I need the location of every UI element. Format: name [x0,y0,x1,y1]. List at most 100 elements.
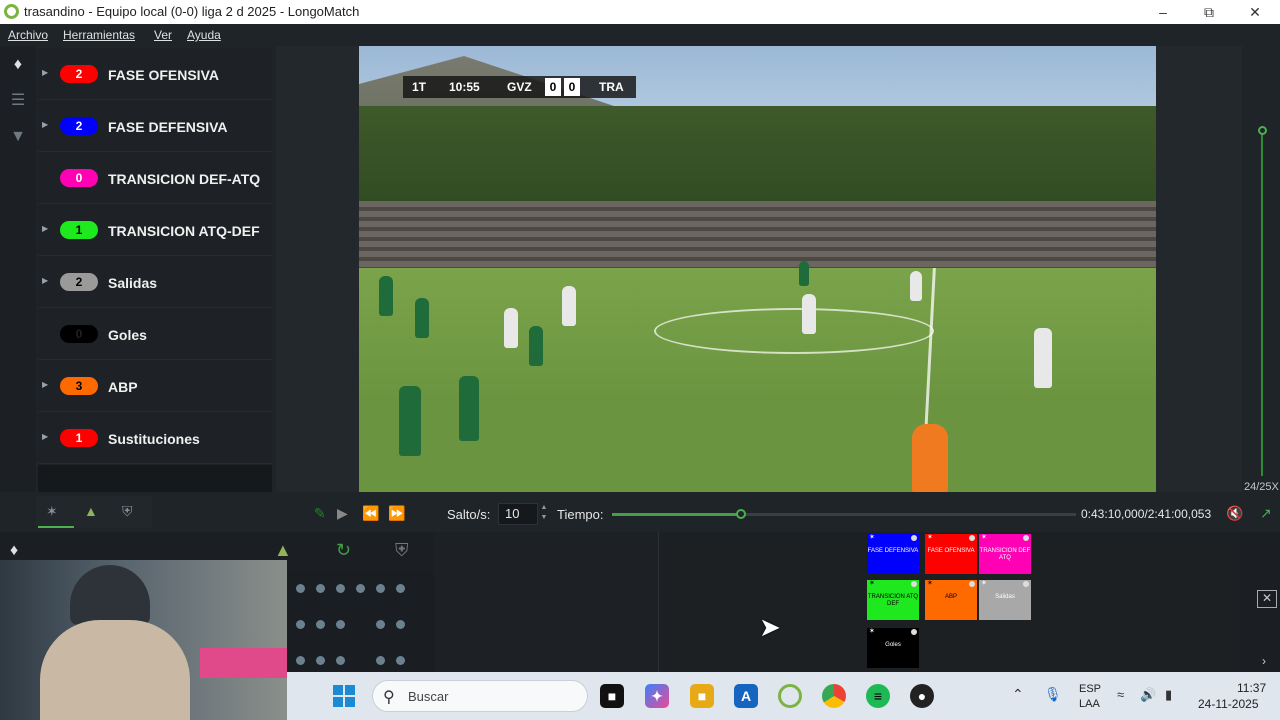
player-dot[interactable] [316,584,325,593]
battery-icon[interactable]: ▮ [1165,687,1172,703]
tag-icon[interactable]: ♦ [10,542,18,560]
zoom-knob[interactable] [1258,126,1267,135]
maximize-button[interactable]: ⧉ [1186,0,1232,24]
mute-icon[interactable]: 🔇 [1226,505,1243,522]
player-dot[interactable] [336,620,345,629]
file-explorer-icon[interactable]: ■ [690,684,714,708]
category-row[interactable]: ▶ 1 Sustituciones [38,412,272,464]
shield-icon[interactable]: ⛨ [122,503,133,520]
fast-forward-icon[interactable]: ⏩ [388,505,405,522]
menu-ver[interactable]: Ver [154,28,172,42]
category-row[interactable]: 0 TRANSICION DEF-ATQ [38,152,272,204]
chrome-icon[interactable] [822,684,846,708]
dashboard-button[interactable]: ✶ ABP [925,580,977,620]
jump-seconds-input[interactable]: 10 [498,503,538,525]
menu-ayuda[interactable]: Ayuda [187,28,221,42]
volume-icon[interactable]: 🔊 [1140,687,1156,703]
player-dot[interactable] [376,656,385,665]
player-white [504,308,518,348]
player-white [910,271,922,301]
draw-icon[interactable]: ✎ [314,505,326,522]
player-dot[interactable] [336,656,345,665]
menu-archivo[interactable]: Archivo [8,28,48,42]
dashboard-button[interactable]: ✶ TRANSICION ATQ DEF [867,580,919,620]
category-row[interactable]: ▶ 1 TRANSICION ATQ-DEF [38,204,272,256]
category-row[interactable]: ▶ 2 FASE DEFENSIVA [38,100,272,152]
windows-start-icon[interactable] [333,685,355,707]
player-dot[interactable] [296,620,305,629]
dashboard-button[interactable]: ✶ FASE DEFENSIVA [867,534,919,574]
category-label: Sustituciones [108,431,200,447]
timeline-played [612,513,741,516]
play-icon[interactable]: ▶ [337,505,348,522]
language-primary[interactable]: ESP [1079,683,1101,695]
detach-icon[interactable]: ↗ [1260,505,1272,522]
expand-arrow-icon[interactable]: ▶ [42,68,48,77]
expand-arrow-icon[interactable]: ▶ [42,224,48,233]
timeline-slider[interactable] [612,509,1076,519]
clock-date[interactable]: 24-11-2025 [1198,697,1259,711]
show-hidden-icons[interactable]: ⌃ [1012,686,1024,703]
task-view-icon[interactable]: ■ [600,684,624,708]
center-circle [654,308,934,354]
menu-herramientas[interactable]: Herramientas [63,28,135,42]
tag-icon[interactable]: ♦ [9,56,27,74]
dashboard-button[interactable]: ✶ Salidas [979,580,1031,620]
menu-bar: Archivo Herramientas Ver Ayuda [0,24,1280,46]
category-row[interactable]: 0 Goles [38,308,272,360]
rewind-icon[interactable]: ⏪ [362,505,379,522]
minimize-button[interactable]: – [1140,0,1186,24]
dashboard-button[interactable]: ✶ Goles [867,628,919,668]
timeline-knob[interactable] [735,509,746,519]
player-dot[interactable] [316,620,325,629]
player-green [415,298,429,338]
expand-arrow-icon[interactable]: ▶ [42,120,48,129]
scoreboard-period: 1T [412,80,427,94]
swap-teams-icon[interactable]: ↻ [336,540,351,561]
player-dot[interactable] [336,584,345,593]
expand-arrow-icon[interactable]: ▶ [42,432,48,441]
team-badge-icon[interactable]: ▲ [84,503,98,519]
settings-icon[interactable]: ✶ [46,503,58,520]
list-icon[interactable]: ☰ [9,92,27,110]
filter-icon[interactable]: ▼ [9,128,27,146]
player-green [459,376,479,441]
expand-arrow-icon[interactable]: ▶ [42,276,48,285]
jump-spinner[interactable]: ▲ ▼ [538,503,550,525]
player-dot[interactable] [396,656,405,665]
player-dot[interactable] [376,620,385,629]
video-frame[interactable]: 1T 10:55 GVZ 0 0 TRA [359,46,1156,492]
language-secondary[interactable]: LAA [1079,698,1100,710]
expand-arrow-icon[interactable]: ▶ [42,380,48,389]
close-button[interactable]: ✕ [1232,0,1278,24]
wifi-icon[interactable]: ≈ [1117,687,1124,702]
category-row[interactable]: ▶ 3 ABP [38,360,272,412]
player-green [379,276,393,316]
category-row[interactable]: ▶ 2 FASE OFENSIVA [38,48,272,100]
player-dot[interactable] [396,620,405,629]
copilot-icon[interactable]: ✦ [645,684,669,708]
home-team-logo: ▲ [274,540,292,560]
category-label: Salidas [108,275,158,291]
category-row[interactable]: ▶ 2 Salidas [38,256,272,308]
clock-time[interactable]: 11:37 [1237,681,1266,695]
player-dot[interactable] [376,584,385,593]
chevron-right-icon[interactable]: › [1262,654,1266,668]
microphone-icon[interactable]: 🎙 [1044,686,1062,703]
zoom-slider[interactable] [1258,126,1267,476]
player-dot[interactable] [296,584,305,593]
team-formation[interactable] [288,570,434,672]
dashboard-button[interactable]: ✶ TRANSICION DEF ATQ [979,534,1031,574]
player-dot[interactable] [356,584,365,593]
taskbar-search[interactable]: ⚲ Buscar [372,680,588,712]
spotify-icon[interactable]: ≡ [866,684,890,708]
category-label: TRANSICION DEF-ATQ [108,171,261,187]
player-dot[interactable] [396,584,405,593]
close-panel-icon[interactable]: ✕ [1257,590,1277,608]
obs-icon[interactable]: ● [910,684,934,708]
longomatch-taskbar-icon[interactable] [778,684,802,708]
app-icon[interactable]: A [734,684,758,708]
dashboard-button[interactable]: ✶ FASE OFENSIVA [925,534,977,574]
player-dot[interactable] [296,656,305,665]
player-dot[interactable] [316,656,325,665]
